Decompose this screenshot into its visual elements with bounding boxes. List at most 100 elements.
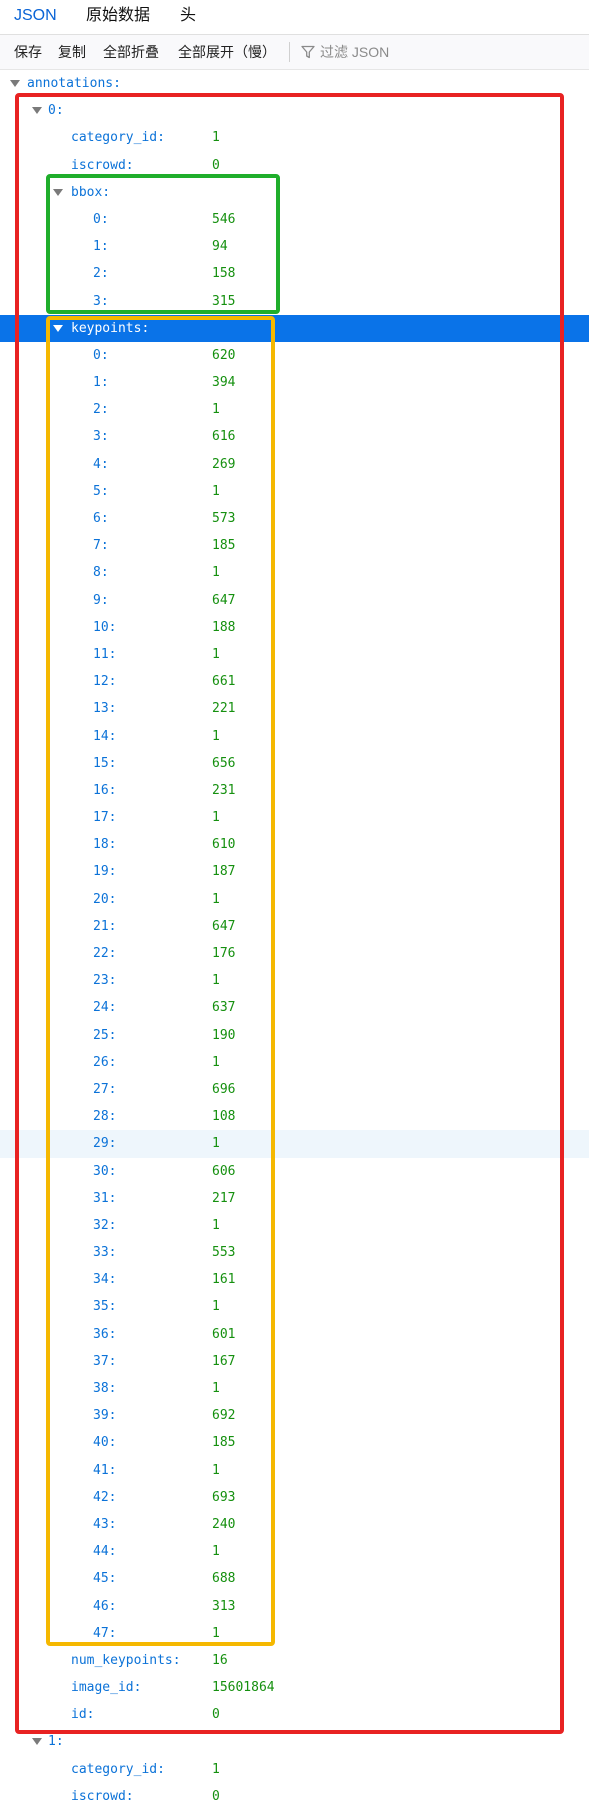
array-index-row[interactable]: 8: 1 xyxy=(0,559,589,586)
tree-row-iscrowd[interactable]: iscrowd: 0 xyxy=(0,1783,589,1810)
value-label: 661 xyxy=(212,674,236,690)
value-label: 546 xyxy=(212,211,236,227)
array-index-row[interactable]: 16: 231 xyxy=(0,777,589,804)
value-label: 176 xyxy=(212,946,236,961)
tree-row-id[interactable]: id: 0 xyxy=(0,1701,589,1728)
array-index-row[interactable]: 33: 553 xyxy=(0,1239,589,1266)
tree-row-num-keypoints[interactable]: num_keypoints: 16 xyxy=(0,1647,589,1674)
array-index-row[interactable]: 0: 620 xyxy=(0,342,589,369)
array-index-row[interactable]: 2: 1 xyxy=(0,396,589,423)
index-label: 41: xyxy=(93,1462,117,1478)
array-index-row[interactable]: 43: 240 xyxy=(0,1511,589,1538)
array-index-row[interactable]: 47: 1 xyxy=(0,1620,589,1647)
array-index-row[interactable]: 17: 1 xyxy=(0,804,589,831)
value-label: 315 xyxy=(212,293,236,309)
tree-row-category-id[interactable]: category_id: 1 xyxy=(0,1756,589,1783)
tree-row-image-id[interactable]: image_id: 15601864 xyxy=(0,1674,589,1701)
expand-all-button[interactable]: 全部展开（慢） xyxy=(178,35,276,69)
tree-row-item-1[interactable]: 1: xyxy=(0,1728,589,1755)
array-index-row[interactable]: 6: 573 xyxy=(0,505,589,532)
index-label: 28: xyxy=(93,1109,117,1125)
array-index-row[interactable]: 32: 1 xyxy=(0,1212,589,1239)
tab-json[interactable]: JSON xyxy=(14,0,57,34)
value-label: 1 xyxy=(212,810,220,826)
index-label: 23: xyxy=(93,973,117,989)
array-index-row[interactable]: 0: 546 xyxy=(0,206,589,233)
value-label: 16 xyxy=(212,1652,228,1668)
array-index-row[interactable]: 2: 158 xyxy=(0,260,589,287)
index-label: 34: xyxy=(93,1272,117,1288)
array-index-row[interactable]: 24: 637 xyxy=(0,994,589,1021)
array-index-row[interactable]: 29: 1 xyxy=(0,1130,589,1158)
array-index-row[interactable]: 21: 647 xyxy=(0,913,589,940)
array-index-row[interactable]: 5: 1 xyxy=(0,478,589,505)
array-index-row[interactable]: 30: 606 xyxy=(0,1158,589,1185)
array-index-row[interactable]: 7: 185 xyxy=(0,532,589,559)
value-label: 616 xyxy=(212,429,236,445)
tree-row-item-0[interactable]: 0: xyxy=(0,97,589,124)
array-index-row[interactable]: 19: 187 xyxy=(0,858,589,885)
collapse-all-button[interactable]: 全部折叠 xyxy=(103,35,159,69)
index-label: 29: xyxy=(93,1136,117,1152)
array-index-row[interactable]: 37: 167 xyxy=(0,1348,589,1375)
save-button[interactable]: 保存 xyxy=(14,35,42,69)
tab-raw-data[interactable]: 原始数据 xyxy=(86,0,150,34)
copy-button[interactable]: 复制 xyxy=(58,35,86,69)
value-label: 1 xyxy=(212,1217,220,1233)
tree-row-category-id[interactable]: category_id: 1 xyxy=(0,124,589,151)
expand-toggle-icon[interactable] xyxy=(32,107,42,115)
array-index-row[interactable]: 14: 1 xyxy=(0,723,589,750)
array-index-row[interactable]: 45: 688 xyxy=(0,1565,589,1592)
array-index-row[interactable]: 27: 696 xyxy=(0,1076,589,1103)
array-index-row[interactable]: 42: 693 xyxy=(0,1484,589,1511)
filter-json-input[interactable]: 过滤 JSON xyxy=(301,35,481,69)
index-label: 11: xyxy=(93,646,117,662)
array-index-row[interactable]: 40: 185 xyxy=(0,1429,589,1456)
array-index-row[interactable]: 9: 647 xyxy=(0,587,589,614)
array-index-row[interactable]: 13: 221 xyxy=(0,695,589,722)
array-index-row[interactable]: 28: 108 xyxy=(0,1103,589,1130)
index-label: 6: xyxy=(93,511,109,526)
expand-toggle-icon[interactable] xyxy=(32,1738,42,1746)
array-index-row[interactable]: 23: 1 xyxy=(0,967,589,994)
expand-toggle-icon[interactable] xyxy=(53,188,63,196)
expand-toggle-icon[interactable] xyxy=(10,80,20,87)
index-label: 25: xyxy=(93,1027,117,1043)
array-index-row[interactable]: 35: 1 xyxy=(0,1293,589,1320)
array-index-row[interactable]: 38: 1 xyxy=(0,1375,589,1402)
array-index-row[interactable]: 1: 394 xyxy=(0,369,589,396)
array-index-row[interactable]: 25: 190 xyxy=(0,1022,589,1049)
tree-row-keypoints[interactable]: keypoints: xyxy=(0,314,589,342)
array-index-row[interactable]: 46: 313 xyxy=(0,1593,589,1620)
array-index-row[interactable]: 10: 188 xyxy=(0,614,589,641)
key-label: category_id: xyxy=(71,1761,165,1777)
array-index-row[interactable]: 3: 315 xyxy=(0,288,589,315)
array-index-row[interactable]: 11: 1 xyxy=(0,641,589,668)
key-label: 1: xyxy=(48,1734,64,1750)
index-label: 0: xyxy=(93,347,109,363)
array-index-row[interactable]: 1: 94 xyxy=(0,233,589,260)
tree-row-bbox[interactable]: bbox: xyxy=(0,179,589,206)
toolbar: 保存 复制 全部折叠 全部展开（慢） 过滤 JSON xyxy=(0,35,589,70)
array-index-row[interactable]: 44: 1 xyxy=(0,1538,589,1565)
array-index-row[interactable]: 34: 161 xyxy=(0,1266,589,1293)
array-index-row[interactable]: 26: 1 xyxy=(0,1049,589,1076)
array-index-row[interactable]: 39: 692 xyxy=(0,1402,589,1429)
array-index-row[interactable]: 22: 176 xyxy=(0,940,589,967)
array-index-row[interactable]: 12: 661 xyxy=(0,668,589,695)
array-index-row[interactable]: 4: 269 xyxy=(0,451,589,478)
array-index-row[interactable]: 15: 656 xyxy=(0,750,589,777)
tree-row-iscrowd[interactable]: iscrowd: 0 xyxy=(0,152,589,179)
tree-row-annotations[interactable]: annotations: xyxy=(0,70,589,97)
array-index-row[interactable]: 41: 1 xyxy=(0,1457,589,1484)
tab-headers[interactable]: 头 xyxy=(180,0,196,34)
array-index-row[interactable]: 18: 610 xyxy=(0,831,589,858)
value-label: 1 xyxy=(212,973,220,989)
expand-toggle-icon[interactable] xyxy=(53,324,63,332)
array-index-row[interactable]: 31: 217 xyxy=(0,1185,589,1212)
array-index-row[interactable]: 3: 616 xyxy=(0,423,589,450)
value-label: 610 xyxy=(212,837,236,853)
array-index-row[interactable]: 36: 601 xyxy=(0,1321,589,1348)
array-index-row[interactable]: 20: 1 xyxy=(0,886,589,913)
index-label: 13: xyxy=(93,701,117,717)
